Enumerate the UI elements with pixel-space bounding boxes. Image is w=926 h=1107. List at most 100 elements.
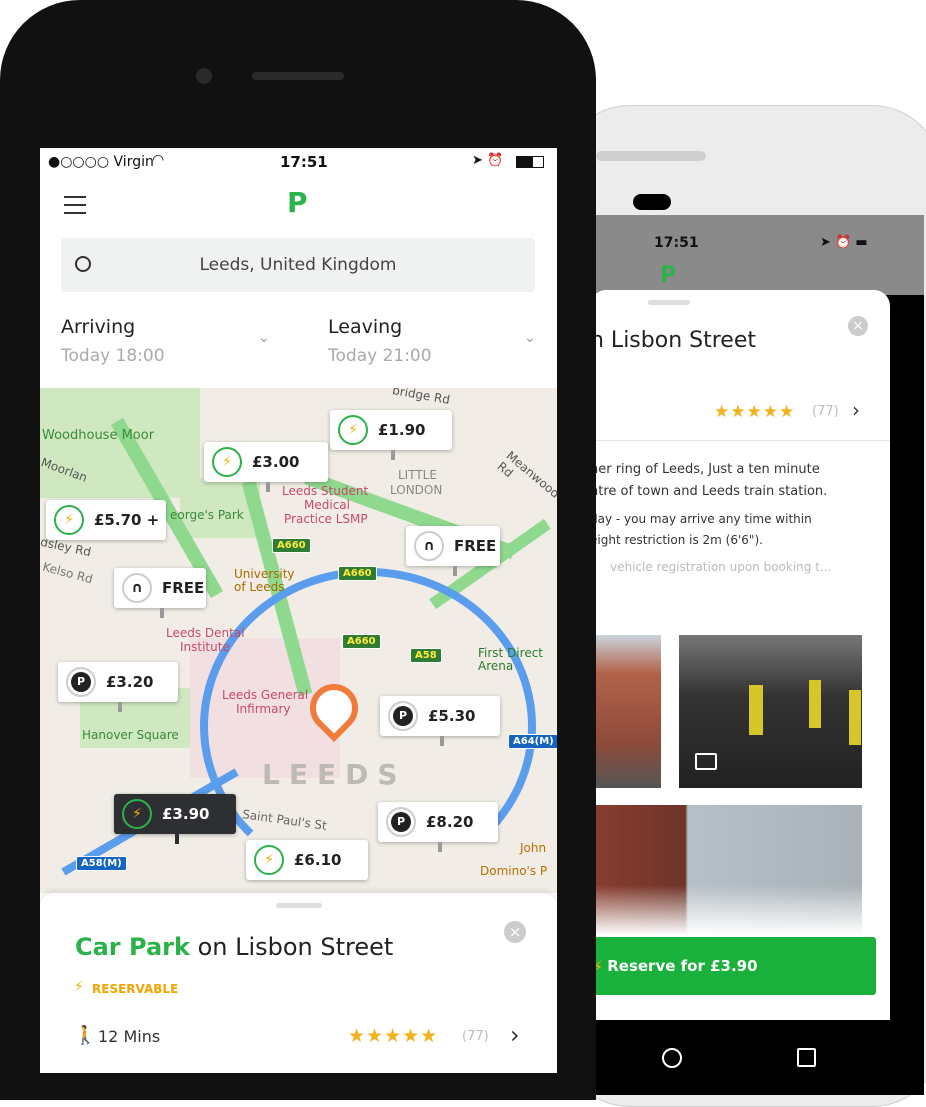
price-pin[interactable]: ⚡ £6.10 — [246, 840, 368, 880]
photo-street[interactable] — [590, 805, 862, 935]
price-pin[interactable]: ⚡ £5.70 + — [46, 500, 166, 540]
price-pin[interactable]: P £3.20 — [58, 662, 178, 712]
pin-price: £3.90 — [162, 805, 210, 823]
back-status-icons: ➤ ⏰ ▬ — [820, 235, 868, 250]
card-title-green: Car Park — [75, 933, 190, 961]
charging-icon: ⚡ — [54, 505, 84, 535]
pin-tail — [266, 482, 270, 492]
map-label: Hanover Square — [82, 728, 179, 742]
map-label: First Direct — [478, 646, 543, 660]
road-shield: A58(M) — [76, 856, 127, 871]
arriving-label: Arriving — [61, 316, 136, 338]
recents-nav-icon[interactable] — [797, 1048, 816, 1067]
price-pin[interactable]: ⚡ £1.90 — [330, 410, 452, 460]
rating-count: (77) — [462, 1029, 489, 1044]
carrier-label: ●○○○○ Virgin — [48, 154, 154, 170]
road-shield: A64(M) — [508, 734, 557, 749]
card-title-rest: on Lisbon Street — [189, 933, 394, 961]
image-icon — [695, 753, 717, 770]
reserve-button[interactable]: ⚡ Reserve for £3.90 — [590, 937, 876, 995]
status-time: 17:51 — [280, 153, 328, 171]
map-label: Kelso Rd — [41, 559, 95, 587]
pin-tail — [391, 450, 395, 460]
map-park-woodhouse — [40, 388, 200, 498]
desc-line: ntre of town and Leeds train station. — [590, 484, 828, 499]
chevron-down-icon[interactable]: ⌄ — [524, 330, 536, 346]
photo-fade — [590, 885, 862, 935]
price-pin[interactable]: P £8.20 — [378, 802, 498, 852]
chevron-down-icon[interactable]: ⌄ — [258, 330, 270, 346]
rating-count: (77) — [812, 404, 839, 419]
charging-icon: ⚡ — [122, 799, 152, 829]
parking-icon: P — [66, 667, 96, 697]
map-label: LITTLE — [398, 468, 437, 482]
pin-price: £8.20 — [426, 813, 474, 831]
back-camera — [633, 194, 671, 210]
back-card-title: n Lisbon Street — [590, 328, 756, 353]
road-shield: A58 — [410, 648, 442, 663]
back-screen: 17:51 ➤ ⏰ ▬ P × n Lisbon Street ★★★★★ (7… — [590, 215, 924, 1095]
map-label: Woodhouse Moor — [42, 428, 155, 443]
pin-price: £3.00 — [252, 453, 300, 471]
wifi-icon: ◠ — [152, 152, 165, 168]
leaving-label: Leaving — [328, 316, 403, 338]
price-pin-selected[interactable]: ⚡ £3.90 — [114, 794, 236, 844]
chevron-right-icon[interactable]: › — [510, 1021, 520, 1049]
pin-price: £6.10 — [294, 851, 342, 869]
search-bar[interactable]: Leeds, United Kingdom — [61, 238, 535, 292]
rating-stars: ★★★★★ — [714, 402, 796, 422]
leaving-value[interactable]: Today 21:00 — [328, 346, 432, 366]
card-title: Car Park on Lisbon Street — [75, 933, 393, 961]
charging-icon: ⚡ — [338, 415, 368, 445]
pin-price: FREE — [454, 537, 497, 555]
chevron-right-icon[interactable]: › — [852, 398, 860, 422]
price-pin[interactable]: P £5.30 — [380, 696, 500, 746]
drag-handle[interactable] — [648, 300, 690, 305]
search-input[interactable]: Leeds, United Kingdom — [61, 255, 535, 275]
parking-icon: P — [388, 701, 418, 731]
back-speaker — [596, 151, 706, 161]
photo-building[interactable] — [590, 635, 661, 788]
desc-line-faded: vehicle registration upon booking t... — [610, 560, 832, 574]
charging-icon: ⚡ — [212, 447, 242, 477]
road-shield: A660 — [272, 538, 311, 553]
reserve-label: Reserve for £3.90 — [607, 957, 758, 975]
reservable-badge: RESERVABLE — [92, 982, 179, 996]
drag-handle[interactable] — [276, 903, 322, 908]
map-label: LEEDS — [262, 758, 407, 791]
desc-line: ner ring of Leeds, Just a ten minute — [590, 462, 820, 477]
map-label: Domino's P — [480, 864, 548, 878]
close-icon[interactable]: × — [848, 316, 868, 336]
garage-pillar — [749, 685, 763, 735]
pin-tail — [453, 566, 457, 576]
garage-pillar — [809, 680, 821, 728]
map-label: Arena — [478, 659, 514, 673]
charging-icon: ⚡ — [254, 845, 284, 875]
back-status-time: 17:51 — [654, 235, 699, 251]
divider — [590, 440, 890, 441]
price-pin[interactable]: ∩ FREE — [114, 568, 206, 618]
map[interactable]: Woodhouse Moor Moorlan eorge's Park Leed… — [40, 388, 557, 893]
menu-icon[interactable] — [64, 196, 86, 214]
price-pin[interactable]: ∩ FREE — [406, 526, 500, 576]
carpark-card[interactable]: × Car Park on Lisbon Street ⚡ RESERVABLE… — [40, 893, 557, 1073]
logo-icon: P — [287, 186, 308, 219]
map-label: Leeds General — [222, 688, 309, 702]
garage-pillar — [849, 690, 861, 745]
road-shield: A660 — [338, 566, 377, 581]
price-pin[interactable]: ⚡ £3.00 — [204, 442, 328, 492]
pin-price: £3.20 — [106, 673, 154, 691]
walk-time: 12 Mins — [98, 1027, 161, 1046]
pin-price: £5.70 + — [94, 511, 160, 529]
pin-price: FREE — [162, 579, 205, 597]
home-nav-icon[interactable] — [662, 1048, 682, 1068]
map-label: John — [520, 841, 547, 855]
arriving-value[interactable]: Today 18:00 — [61, 346, 165, 366]
map-label: eorge's Park — [170, 508, 244, 522]
pin-tail — [160, 608, 164, 618]
map-label: Medical — [304, 498, 350, 512]
close-icon[interactable]: × — [504, 921, 526, 943]
photo-garage[interactable] — [679, 635, 862, 788]
binoculars-icon: ∩ — [414, 531, 444, 561]
binoculars-icon: ∩ — [122, 573, 152, 603]
